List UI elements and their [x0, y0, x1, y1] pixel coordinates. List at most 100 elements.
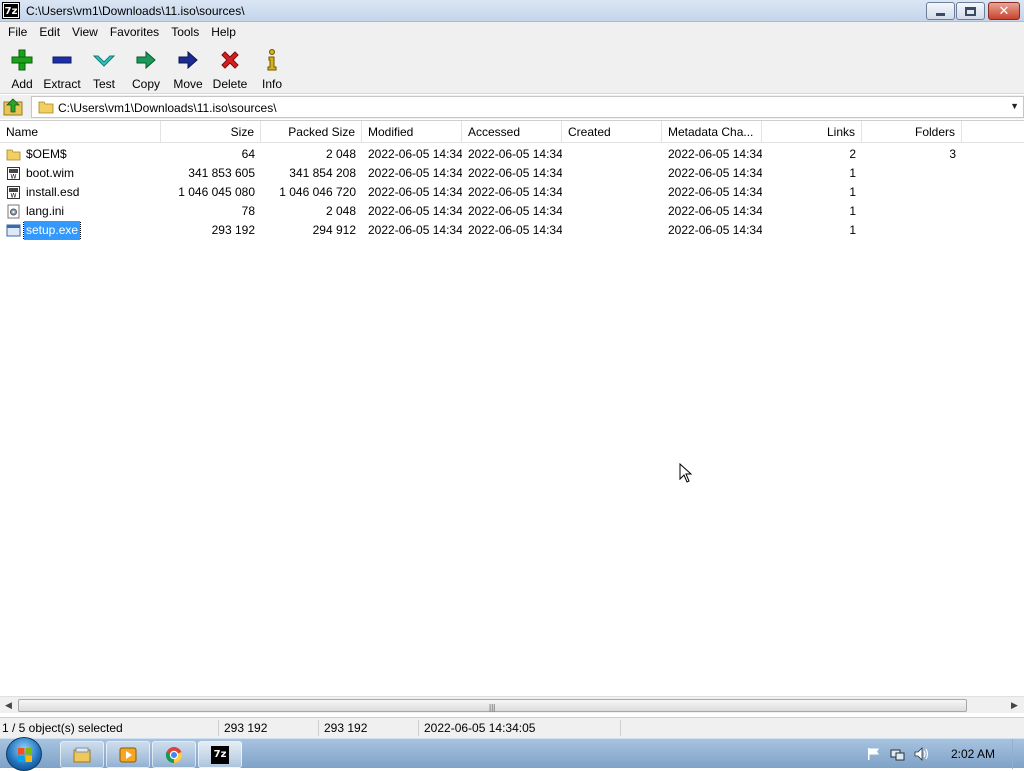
- network-icon[interactable]: [890, 747, 905, 761]
- app-icon[interactable]: 7z: [2, 2, 20, 19]
- horizontal-scrollbar[interactable]: ◀ ||| ▶: [0, 696, 1024, 713]
- mouse-cursor-icon: [679, 463, 693, 483]
- cell-name[interactable]: lang.ini: [0, 202, 161, 221]
- svg-text:W: W: [11, 193, 17, 200]
- menu-view[interactable]: View: [66, 25, 104, 39]
- cell-links: 1: [849, 166, 856, 180]
- menu-file[interactable]: File: [2, 25, 33, 39]
- volume-icon[interactable]: [914, 747, 929, 761]
- cell-name[interactable]: Wboot.wim: [0, 164, 161, 183]
- file-list[interactable]: Name Size Packed Size Modified Accessed …: [0, 120, 1024, 696]
- scroll-left-icon[interactable]: ◀: [0, 698, 17, 713]
- test-button[interactable]: Test: [82, 44, 126, 92]
- taskbar-media-player-button[interactable]: [106, 741, 150, 768]
- column-modified[interactable]: Modified: [362, 121, 462, 143]
- info-button[interactable]: Info: [250, 44, 294, 92]
- status-selection: 1 / 5 object(s) selected: [2, 721, 123, 735]
- menu-help[interactable]: Help: [205, 25, 242, 39]
- table-row[interactable]: Winstall.esd 1 046 045 080 1 046 046 720 20…: [0, 183, 1024, 202]
- taskbar-chrome-button[interactable]: [152, 741, 196, 768]
- column-header-row: Name Size Packed Size Modified Accessed …: [0, 121, 1024, 143]
- media-player-icon: [119, 747, 137, 763]
- cell-name[interactable]: $OEM$: [0, 145, 161, 164]
- chevron-down-icon[interactable]: ▼: [1010, 101, 1019, 111]
- scroll-right-icon[interactable]: ▶: [1006, 698, 1023, 713]
- column-folders[interactable]: Folders: [862, 121, 962, 143]
- table-row[interactable]: Wboot.wim 341 853 605 341 854 208 2022-06-0…: [0, 164, 1024, 183]
- show-desktop-button[interactable]: [1012, 739, 1024, 769]
- menu-tools[interactable]: Tools: [165, 25, 205, 39]
- cell-name[interactable]: Winstall.esd: [0, 183, 161, 202]
- cell-accessed: 2022-06-05 14:34: [468, 223, 562, 237]
- minimize-button[interactable]: [926, 2, 955, 20]
- status-packed: 293 192: [324, 721, 368, 735]
- taskbar-explorer-button[interactable]: [60, 741, 104, 768]
- table-row[interactable]: lang.ini 78 2 048 2022-06-05 14:34 2022-06-0…: [0, 202, 1024, 221]
- cell-packed-size: 2 048: [325, 204, 356, 218]
- close-button[interactable]: ✕: [988, 2, 1020, 20]
- column-filler: [962, 121, 1024, 143]
- address-input[interactable]: C:\Users\vm1\Downloads\11.iso\sources\ ▼: [31, 96, 1024, 118]
- title-bar[interactable]: 7z C:\Users\vm1\Downloads\11.iso\sources…: [0, 0, 1024, 22]
- cell-size: 1 046 045 080: [178, 185, 255, 199]
- extract-label: Extract: [43, 77, 81, 91]
- address-path: C:\Users\vm1\Downloads\11.iso\sources\: [58, 101, 277, 115]
- table-row[interactable]: setup.exe 293 192 294 912 2022-06-05 14:34 2…: [0, 221, 1024, 240]
- folder-icon: [6, 149, 21, 161]
- restore-button[interactable]: [956, 2, 985, 20]
- file-name[interactable]: install.esd: [24, 183, 81, 202]
- table-row[interactable]: $OEM$ 64 2 048 2022-06-05 14:34 2022-06-05 1…: [0, 145, 1024, 164]
- cell-metadata-changed: 2022-06-05 14:34: [668, 223, 762, 237]
- copy-arrow-icon: [136, 50, 156, 70]
- application-file-icon: [6, 224, 21, 237]
- address-bar: C:\Users\vm1\Downloads\11.iso\sources\ ▼: [0, 95, 1024, 119]
- scroll-thumb[interactable]: |||: [18, 699, 967, 712]
- cell-modified: 2022-06-05 14:34: [368, 223, 462, 237]
- extract-button[interactable]: Extract: [40, 44, 84, 92]
- close-icon: ✕: [998, 3, 1010, 19]
- start-button[interactable]: [6, 737, 42, 771]
- file-name[interactable]: lang.ini: [24, 202, 66, 221]
- cell-accessed: 2022-06-05 14:34: [468, 204, 562, 218]
- window-title: C:\Users\vm1\Downloads\11.iso\sources\: [26, 4, 245, 18]
- column-packed-size[interactable]: Packed Size: [261, 121, 362, 143]
- system-clock[interactable]: 2:02 AM: [951, 747, 995, 761]
- file-name[interactable]: boot.wim: [24, 164, 76, 183]
- taskbar-7zip-button[interactable]: 7z: [198, 741, 242, 768]
- cell-metadata-changed: 2022-06-05 14:34: [668, 147, 762, 161]
- move-button[interactable]: Move: [166, 44, 210, 92]
- cell-accessed: 2022-06-05 14:34: [468, 185, 562, 199]
- archive-file-icon: W: [7, 167, 20, 181]
- cell-created: [562, 183, 662, 202]
- column-created[interactable]: Created: [562, 121, 662, 143]
- cell-name[interactable]: setup.exe: [0, 221, 161, 240]
- status-divider: [418, 720, 419, 736]
- cell-accessed: 2022-06-05 14:34: [468, 147, 562, 161]
- status-divider: [318, 720, 319, 736]
- file-name[interactable]: setup.exe: [22, 221, 82, 240]
- cell-metadata-changed: 2022-06-05 14:34: [668, 166, 762, 180]
- cell-packed-size: 2 048: [325, 147, 356, 161]
- cell-modified: 2022-06-05 14:34: [368, 204, 462, 218]
- column-accessed[interactable]: Accessed: [462, 121, 562, 143]
- cell-size: 78: [241, 204, 255, 218]
- status-modified: 2022-06-05 14:34:05: [424, 721, 536, 735]
- check-icon: [92, 55, 116, 67]
- up-folder-icon: [3, 98, 23, 116]
- file-name[interactable]: $OEM$: [24, 145, 69, 164]
- delete-button[interactable]: Delete: [208, 44, 252, 92]
- add-button[interactable]: Add: [0, 44, 44, 92]
- grip-icon: |||: [489, 703, 496, 712]
- cell-packed-size: 294 912: [312, 223, 356, 237]
- column-name[interactable]: Name: [0, 121, 161, 143]
- menu-favorites[interactable]: Favorites: [104, 25, 165, 39]
- up-folder-button[interactable]: [3, 97, 25, 117]
- copy-button[interactable]: Copy: [124, 44, 168, 92]
- column-links[interactable]: Links: [762, 121, 862, 143]
- action-center-flag-icon[interactable]: [866, 747, 881, 761]
- column-size[interactable]: Size: [161, 121, 261, 143]
- column-metadata-changed[interactable]: Metadata Cha...: [662, 121, 762, 143]
- menu-edit[interactable]: Edit: [33, 25, 66, 39]
- status-divider: [218, 720, 219, 736]
- archive-file-icon: W: [7, 186, 20, 200]
